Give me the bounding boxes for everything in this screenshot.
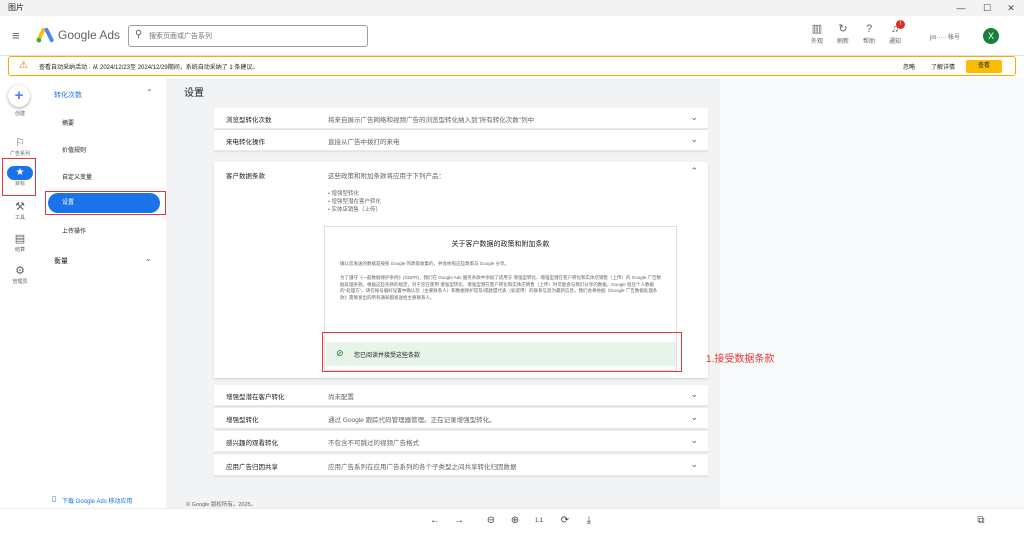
rail-billing[interactable]: ▤ 结算 xyxy=(4,232,36,253)
chevron-down-icon: ⌄ xyxy=(690,389,698,399)
notification-badge: ! xyxy=(896,20,905,29)
chevron-down-icon: ⌄ xyxy=(690,435,698,445)
rail-campaigns[interactable]: ⚐ 广告系列 xyxy=(4,136,36,157)
annotation-label: 1.接受数据条款 xyxy=(706,354,775,365)
warning-icon: ⚠ xyxy=(19,60,28,71)
menu-icon[interactable]: ≡ xyxy=(12,28,20,43)
customer-terms-desc: 这些政策和附加条款将应用于下列产品： xyxy=(328,173,445,180)
highlight-settings xyxy=(45,191,166,215)
gear-icon: ⚙ xyxy=(15,265,25,277)
search-icon: ⚲ xyxy=(135,29,143,40)
subnav-item-summary[interactable]: 摘要 xyxy=(62,118,74,127)
setting-row-enhanced-leads[interactable]: 增强型潜在客户转化 尚未配置 ⌄ xyxy=(214,385,708,406)
setting-row-view-through[interactable]: 浏览型转化次数 将来自展示广告网络和视频广告的浏览型转化纳入到"所有转化次数"列… xyxy=(214,108,708,129)
app-header: ≡ Google Ads ⚲ ▥ 外观 ↻ 刷新 ? 帮助 ♫ 通知 ! jm·… xyxy=(0,16,1024,56)
setting-row-call-conversions[interactable]: 来电转化操作 直接从广告中拨打的来电 ⌄ xyxy=(214,130,708,151)
subnav-item-upload[interactable]: 上传操作 xyxy=(62,226,86,235)
avatar[interactable]: X xyxy=(983,28,999,44)
actual-size-icon[interactable]: 1:1 xyxy=(532,518,546,524)
window-title: 图片 xyxy=(8,3,24,12)
setting-row-enhanced-conversions[interactable]: 增强型转化 通过 Google 跟踪代码管理器管理。正在记录增强型转化。 ⌄ xyxy=(214,408,708,429)
window-title-bar: 图片 xyxy=(0,0,1024,16)
view-button[interactable]: 查看 xyxy=(966,60,1002,73)
close-icon[interactable]: ✕ xyxy=(1000,0,1022,16)
terms-paragraph-2: 为了遵守《一般数据保护条例》(GDPR)，我们在 Google Ads 服务条款… xyxy=(340,275,662,300)
right-gutter xyxy=(720,78,1024,508)
search-box[interactable]: ⚲ xyxy=(128,25,368,47)
zoom-in-icon[interactable]: ⊕ xyxy=(508,515,522,526)
highlight-accepted-terms xyxy=(322,332,682,372)
copyright: © Google 版权所有。2025。 xyxy=(186,502,257,508)
chevron-up-icon[interactable]: ⌃ xyxy=(690,166,698,177)
chevron-up-icon[interactable]: ⌃ xyxy=(146,88,153,97)
rail-admin[interactable]: ⚙ 管理员 xyxy=(4,264,36,285)
maximize-icon[interactable]: ☐ xyxy=(976,0,998,16)
fullscreen-icon[interactable]: ⧉ xyxy=(974,515,988,526)
card-icon: ▤ xyxy=(14,233,26,245)
terms-paragraph-1: 确认您发送的数据是按照 Google 的政策收集的，并会依照这些政策与 Goog… xyxy=(340,261,510,266)
setting-row-app-attribution[interactable]: 应用广告归因共享 应用广告系列在应用广告系列的各个子类型之间共享转化归因数据 ⌄ xyxy=(214,455,708,476)
terms-title: 关于客户数据的政策和附加条款 xyxy=(451,241,550,248)
google-ads-logo-icon xyxy=(36,27,54,43)
phone-icon: ▯ xyxy=(52,494,57,503)
alert-text: 查看自动采纳活动 · 从 2024/12/23至 2024/12/29期间，系统… xyxy=(39,65,259,71)
chevron-down-icon: ⌄ xyxy=(690,459,698,469)
screenshot-frame: 图片 — ☐ ✕ ≡ Google Ads ⚲ ▥ 外观 ↻ 刷新 ? 帮助 ♫… xyxy=(0,0,1024,536)
prev-icon[interactable]: ← xyxy=(428,515,442,526)
next-icon[interactable]: → xyxy=(452,515,466,526)
setting-row-engaged-view[interactable]: 感兴趣的观看转化 不包含不可跳过的视频广告格式 ⌄ xyxy=(214,431,708,452)
learn-more-link[interactable]: 了解详情 xyxy=(931,62,955,71)
chevron-down-icon: ⌄ xyxy=(690,112,698,122)
ignore-button[interactable]: 忽略 xyxy=(903,62,915,71)
conversions-subnav: 转化次数 ⌃ xyxy=(42,84,164,244)
megaphone-icon: ⚐ xyxy=(15,137,25,149)
chevron-down-icon: ⌄ xyxy=(690,134,698,144)
image-viewer-toolbar: ← → ⊖ ⊕ 1:1 ⟳ ⤓ ⧉ xyxy=(0,508,1024,536)
rotate-icon[interactable]: ⟳ xyxy=(558,515,572,526)
highlight-goals xyxy=(2,158,36,196)
create-button[interactable]: + xyxy=(8,85,30,107)
zoom-out-icon[interactable]: ⊖ xyxy=(484,515,498,526)
rail-create-label: 创建 xyxy=(14,111,25,117)
plus-icon: + xyxy=(14,87,24,104)
auto-apply-alert: ⚠ 查看自动采纳活动 · 从 2024/12/23至 2024/12/29期间，… xyxy=(8,56,1016,76)
chevron-down-icon[interactable]: ⌄ xyxy=(145,254,152,263)
subnav-item-value-rules[interactable]: 价值规则 xyxy=(62,145,86,154)
chevron-down-icon: ⌄ xyxy=(690,412,698,422)
product-list: • 增强型转化 • 增强型潜在客户转化 • 实体店销售（上传） xyxy=(328,191,381,213)
notifications-button[interactable]: ♫ 通知 ! xyxy=(880,20,910,45)
minimize-icon[interactable]: — xyxy=(950,0,972,16)
bell-icon: ♫ xyxy=(890,23,900,35)
wrench-icon: ⚒ xyxy=(15,201,25,213)
subnav-item-custom-variables[interactable]: 自定义变量 xyxy=(62,172,92,181)
search-input[interactable] xyxy=(149,29,359,43)
customer-terms-label: 客户数据条款 xyxy=(226,173,265,180)
measure-section[interactable]: 衡量 xyxy=(54,256,68,266)
subnav-section-title[interactable]: 转化次数 xyxy=(54,90,82,100)
account-name[interactable]: jm····· 帐号 xyxy=(930,32,960,41)
page-title: 设置 xyxy=(184,88,204,99)
rail-tools[interactable]: ⚒ 工具 xyxy=(4,200,36,221)
mobile-app-link[interactable]: 下载 Google Ads 移动应用 xyxy=(62,496,132,505)
brand-name: Google Ads xyxy=(58,28,121,42)
download-icon[interactable]: ⤓ xyxy=(582,515,596,526)
